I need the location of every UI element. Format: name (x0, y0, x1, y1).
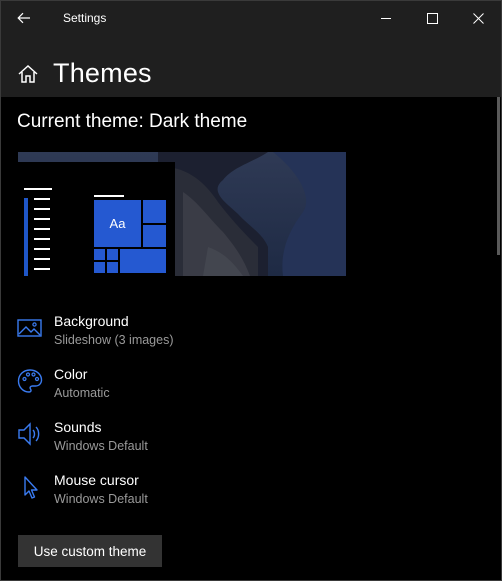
window-title: Settings (63, 11, 107, 25)
preview-line (34, 258, 50, 260)
speaker-icon (18, 422, 40, 446)
background-setting[interactable]: Background Slideshow (3 images) (17, 313, 317, 357)
close-button[interactable] (455, 1, 501, 35)
preview-line (34, 218, 50, 220)
preview-line (34, 228, 50, 230)
theme-preview: Aa (18, 152, 346, 276)
preview-line (34, 198, 50, 200)
home-icon[interactable] (17, 63, 39, 85)
preview-tile (143, 200, 166, 223)
preview-line (34, 238, 50, 240)
minimize-button[interactable] (363, 1, 409, 35)
scrollbar[interactable] (497, 97, 500, 255)
title-bar: Settings (1, 1, 501, 35)
preview-tile (143, 225, 166, 247)
page-header: Themes (1, 35, 501, 97)
background-value: Slideshow (3 images) (54, 333, 174, 347)
preview-tile-large: Aa (94, 200, 141, 247)
preview-tile (107, 262, 118, 273)
preview-line (34, 208, 50, 210)
palette-icon (17, 369, 43, 393)
preview-menu-lines (24, 188, 54, 276)
preview-tile (94, 262, 105, 273)
mouse-cursor-label: Mouse cursor (54, 472, 139, 488)
use-custom-theme-button[interactable]: Use custom theme (18, 535, 162, 567)
back-button[interactable] (9, 5, 39, 31)
preview-line (24, 188, 52, 190)
preview-tile (107, 249, 118, 260)
settings-window: Settings Themes Current theme: Dark them… (0, 0, 502, 581)
color-label: Color (54, 366, 88, 382)
preview-tile (94, 249, 105, 260)
preview-tiles-header (94, 195, 124, 197)
mouse-cursor-value: Windows Default (54, 492, 148, 506)
preview-accent-strip (24, 198, 28, 276)
maximize-button[interactable] (409, 1, 455, 35)
page-title: Themes (53, 58, 152, 88)
back-arrow-icon (17, 12, 30, 24)
background-label: Background (54, 313, 129, 329)
color-value: Automatic (54, 386, 110, 400)
current-theme-heading: Current theme: Dark theme (17, 111, 248, 132)
mouse-cursor-setting[interactable]: Mouse cursor Windows Default (17, 472, 317, 516)
sounds-value: Windows Default (54, 439, 148, 453)
preview-line (34, 268, 50, 270)
minimize-icon (380, 17, 391, 19)
close-icon (472, 12, 484, 24)
cursor-icon (24, 476, 38, 499)
sounds-label: Sounds (54, 419, 102, 435)
preview-start-panel: Aa (18, 162, 175, 276)
preview-tile-wide (120, 249, 166, 273)
picture-icon (17, 319, 42, 337)
sounds-setting[interactable]: Sounds Windows Default (17, 419, 317, 463)
color-setting[interactable]: Color Automatic (17, 366, 317, 410)
preview-line (34, 248, 50, 250)
maximize-icon (426, 12, 438, 24)
